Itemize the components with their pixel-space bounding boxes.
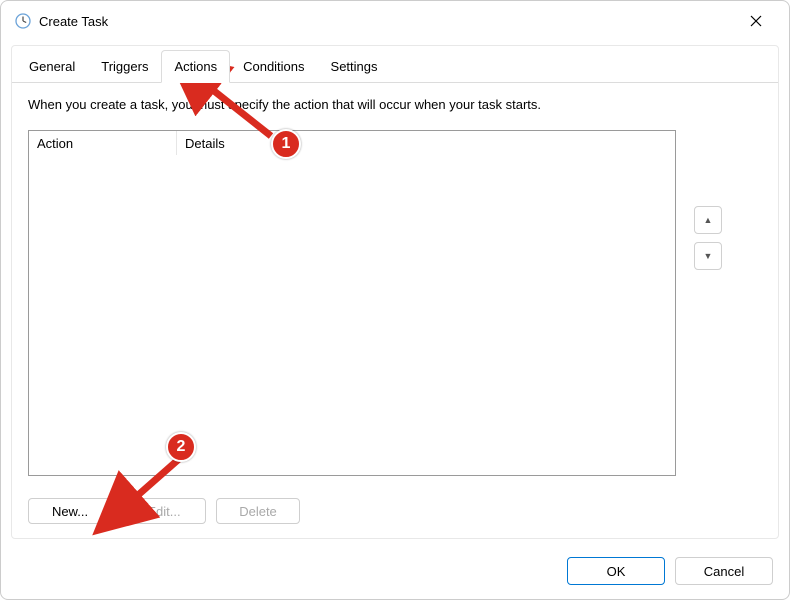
dialog-body: General Triggers Actions Conditions Sett… xyxy=(11,45,779,539)
ok-button[interactable]: OK xyxy=(567,557,665,585)
tab-strip: General Triggers Actions Conditions Sett… xyxy=(16,50,778,83)
dialog-footer: OK Cancel xyxy=(567,557,773,585)
triangle-down-icon: ▼ xyxy=(704,251,713,261)
actions-panel: When you create a task, you must specify… xyxy=(12,82,778,536)
reorder-buttons: ▲ ▼ xyxy=(694,206,722,270)
column-action[interactable]: Action xyxy=(29,131,177,155)
clock-icon xyxy=(15,13,31,29)
tab-triggers[interactable]: Triggers xyxy=(88,50,161,83)
actions-list[interactable]: Action Details xyxy=(28,130,676,476)
actions-list-area: Action Details ▲ ▼ xyxy=(28,130,762,476)
close-button[interactable] xyxy=(733,5,779,37)
column-details[interactable]: Details xyxy=(177,131,675,155)
window-title: Create Task xyxy=(39,14,733,29)
titlebar: Create Task xyxy=(1,1,789,41)
close-icon xyxy=(750,15,762,27)
instruction-text: When you create a task, you must specify… xyxy=(28,97,762,112)
edit-button[interactable]: Edit... xyxy=(122,498,206,524)
actions-list-header: Action Details xyxy=(29,131,675,155)
delete-button[interactable]: Delete xyxy=(216,498,300,524)
new-button[interactable]: New... xyxy=(28,498,112,524)
move-down-button[interactable]: ▼ xyxy=(694,242,722,270)
tab-settings[interactable]: Settings xyxy=(318,50,391,83)
move-up-button[interactable]: ▲ xyxy=(694,206,722,234)
tab-general[interactable]: General xyxy=(16,50,88,83)
cancel-button[interactable]: Cancel xyxy=(675,557,773,585)
triangle-up-icon: ▲ xyxy=(704,215,713,225)
tab-actions[interactable]: Actions xyxy=(161,50,230,83)
create-task-dialog: Create Task General Triggers Actions Con… xyxy=(0,0,790,600)
action-button-row: New... Edit... Delete xyxy=(28,498,300,524)
tab-conditions[interactable]: Conditions xyxy=(230,50,317,83)
